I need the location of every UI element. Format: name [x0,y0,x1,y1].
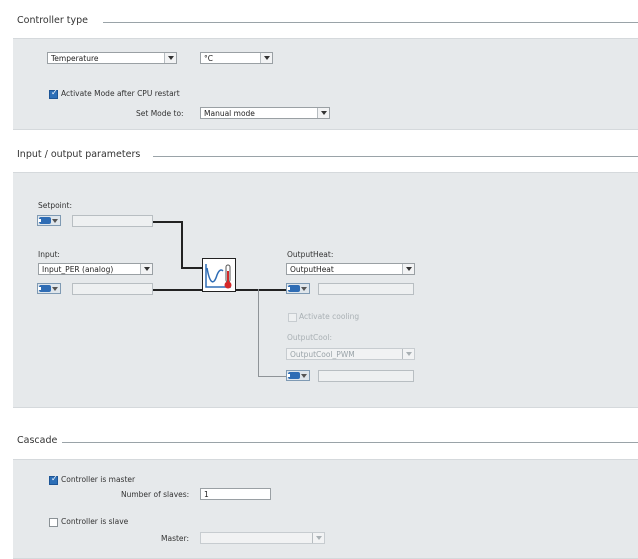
activate-mode-checkbox[interactable] [49,88,58,99]
number-of-slaves-label: Number of slaves: [121,490,190,499]
connector-line [236,289,286,291]
setpoint-label: Setpoint: [38,201,72,210]
activate-cooling-label: Activate cooling [299,312,360,321]
section-title-cascade: Cascade [17,435,58,446]
activate-cooling-checkbox[interactable] [288,313,297,322]
pid-controller-icon [202,258,236,292]
setpoint-interconnect-button[interactable] [37,215,61,226]
output-cool-interconnect-button[interactable] [286,370,310,381]
master-select[interactable] [200,532,325,544]
section-title-controller-type: Controller type [17,15,88,26]
plug-icon [38,217,51,224]
chevron-down-icon [402,349,414,359]
chevron-down-icon [317,108,329,118]
controller-is-slave-label: Controller is slave [61,517,129,526]
chevron-down-icon [260,53,272,63]
connector-line [181,267,202,269]
input-select[interactable]: Input_PER (analog) [38,263,153,275]
plug-icon [287,372,300,379]
controller-is-master-label: Controller is master [61,475,136,484]
output-heat-select[interactable]: OutputHeat [286,263,415,275]
controller-type-select[interactable]: Temperature [47,52,177,64]
activate-mode-label: Activate Mode after CPU restart [61,89,180,98]
input-field[interactable] [72,283,153,295]
chevron-down-icon [140,264,152,274]
controller-is-master-checkbox[interactable] [49,474,58,485]
output-heat-field[interactable] [318,283,414,295]
section-divider [153,156,638,157]
chevron-down-icon [301,374,307,378]
plug-icon [38,285,51,292]
set-mode-label: Set Mode to: [136,109,184,118]
input-label: Input: [38,250,60,259]
connector-line [258,376,286,377]
output-cool-field[interactable] [318,370,414,382]
plug-icon [287,285,300,292]
chevron-down-icon [52,219,58,223]
controller-is-slave-checkbox[interactable] [49,518,58,527]
connector-line [153,221,182,223]
output-cool-select[interactable]: OutputCool_PWM [286,348,415,360]
setpoint-field[interactable] [72,215,153,227]
master-label: Master: [161,534,190,543]
output-heat-label: OutputHeat: [287,250,334,259]
output-cool-label: OutputCool: [287,333,333,342]
chevron-down-icon [52,287,58,291]
chevron-down-icon [312,533,324,543]
chevron-down-icon [402,264,414,274]
input-interconnect-button[interactable] [37,283,61,294]
output-heat-interconnect-button[interactable] [286,283,310,294]
section-title-io-parameters: Input / output parameters [17,149,141,160]
unit-select[interactable]: °C [200,52,273,64]
connector-line [181,221,183,269]
cascade-panel [13,459,638,559]
set-mode-select[interactable]: Manual mode [200,107,330,119]
connector-line [258,289,259,376]
connector-line [153,289,202,291]
section-divider [62,442,638,443]
chevron-down-icon [164,53,176,63]
section-divider [103,22,638,23]
number-of-slaves-input[interactable]: 1 [200,488,271,500]
chevron-down-icon [301,287,307,291]
